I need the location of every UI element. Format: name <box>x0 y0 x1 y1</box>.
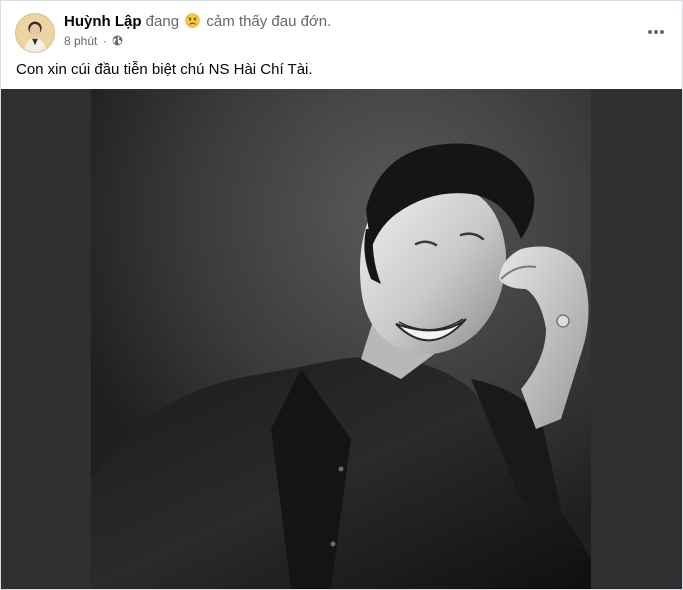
portrait-photo <box>1 89 682 589</box>
feeling-text[interactable]: cảm thấy đau đớn. <box>206 13 331 30</box>
post-meta: 8 phút · <box>64 34 123 48</box>
globe-icon[interactable] <box>112 35 123 46</box>
avatar-image <box>16 14 54 52</box>
more-options-button[interactable] <box>642 18 670 46</box>
more-dot <box>654 30 658 34</box>
more-dot <box>648 30 652 34</box>
facebook-post: Huỳnh Lập đang cảm thấy đau đớn. 8 phút … <box>0 0 683 590</box>
post-caption: Con xin cúi đầu tiễn biệt chú NS Hài Chí… <box>16 61 313 78</box>
avatar[interactable] <box>15 13 55 53</box>
post-time[interactable]: 8 phút <box>64 34 97 48</box>
meta-separator: · <box>102 34 107 48</box>
post-title-line: Huỳnh Lập đang cảm thấy đau đớn. <box>64 13 331 30</box>
sad-face-icon <box>185 13 200 28</box>
post-header: Huỳnh Lập đang cảm thấy đau đớn. 8 phút … <box>15 12 670 53</box>
post-photo[interactable] <box>1 89 682 589</box>
activity-prefix: đang <box>145 13 180 30</box>
more-dot <box>660 30 664 34</box>
author-name[interactable]: Huỳnh Lập <box>64 13 142 30</box>
